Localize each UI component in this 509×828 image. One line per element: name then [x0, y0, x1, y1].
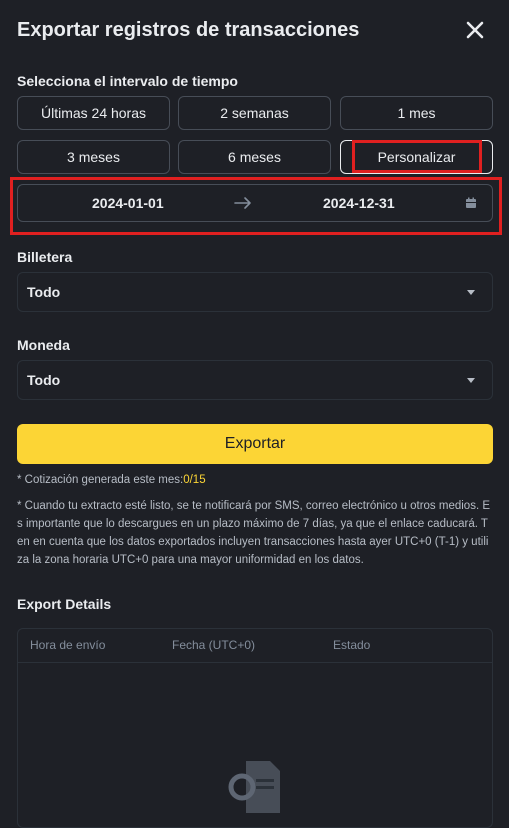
range-option-6-months[interactable]: 6 meses [178, 140, 331, 174]
range-option-3-months[interactable]: 3 meses [17, 140, 170, 174]
wallet-label: Billetera [17, 249, 73, 265]
quota-value: 0/15 [183, 474, 206, 486]
export-button[interactable]: Exportar [17, 424, 493, 464]
column-header-send-time: Hora de envío [30, 638, 106, 652]
date-range-picker[interactable]: 2024-01-01 2024-12-31 [17, 184, 493, 222]
table-header: Hora de envío Fecha (UTC+0) Estado [18, 629, 492, 663]
close-icon[interactable] [464, 19, 486, 41]
currency-label: Moneda [17, 337, 70, 353]
chevron-down-icon [467, 290, 475, 295]
currency-value: Todo [27, 372, 61, 388]
wallet-value: Todo [27, 284, 61, 300]
export-details-table: Hora de envío Fecha (UTC+0) Estado [17, 628, 493, 828]
currency-select[interactable]: Todo [17, 360, 493, 400]
wallet-select[interactable]: Todo [17, 272, 493, 312]
calendar-icon[interactable] [465, 197, 477, 209]
quota-note: * Cotización generada este mes:0/15 [17, 471, 493, 489]
range-option-custom[interactable]: Personalizar [340, 140, 493, 174]
start-date[interactable]: 2024-01-01 [92, 185, 164, 221]
empty-state-icon [228, 761, 280, 813]
range-option-1-month[interactable]: 1 mes [340, 96, 493, 130]
info-note: * Cuando tu extracto esté listo, se te n… [17, 500, 491, 566]
range-option-24h[interactable]: Últimas 24 horas [17, 96, 170, 130]
arrow-right-icon [234, 197, 251, 209]
range-option-2-weeks[interactable]: 2 semanas [178, 96, 331, 130]
quota-label: * Cotización generada este mes: [17, 474, 184, 486]
time-range-label: Selecciona el intervalo de tiempo [17, 73, 238, 89]
column-header-status: Estado [333, 638, 371, 652]
column-header-date: Fecha (UTC+0) [172, 638, 256, 652]
chevron-down-icon [467, 378, 475, 383]
dialog-header: Exportar registros de transacciones [17, 16, 492, 44]
end-date[interactable]: 2024-12-31 [323, 185, 395, 221]
export-details-title: Export Details [17, 596, 112, 612]
dialog-title: Exportar registros de transacciones [17, 19, 360, 41]
